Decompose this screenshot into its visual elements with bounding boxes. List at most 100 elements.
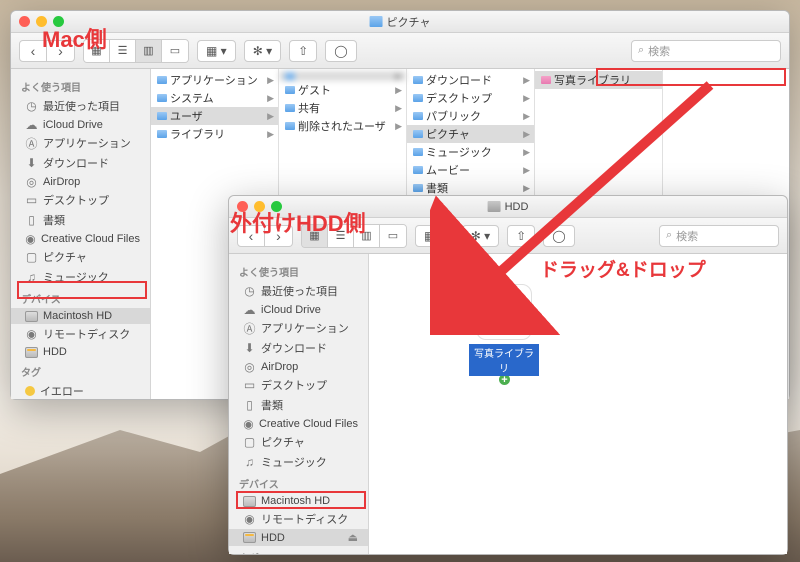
folder-icon (413, 112, 423, 120)
sidebar-item-label: 最近使った項目 (261, 283, 338, 299)
list-view-button[interactable]: ☰ (110, 40, 136, 62)
folder-icon (413, 148, 423, 156)
sidebar-item[interactable]: Ⓐアプリケーション (229, 318, 368, 338)
sidebar-device-item[interactable]: Macintosh HD (11, 308, 150, 324)
column-item-label: ムービー (426, 162, 470, 178)
folder-icon (157, 112, 167, 120)
column-item[interactable]: ムービー ▶ (407, 161, 534, 179)
chevron-right-icon: ▶ (395, 85, 402, 96)
devices-header: デバイス (229, 472, 368, 493)
column-item[interactable]: デスクトップ▶ (407, 89, 534, 107)
sidebar-item-label: 書類 (43, 212, 65, 228)
search-field[interactable]: ⌕ 検索 (659, 225, 779, 247)
sidebar-device-item[interactable]: ◉リモートディスク (229, 509, 368, 529)
folder-icon (413, 166, 423, 174)
sidebar-item[interactable]: ▢ピクチャ (11, 247, 150, 267)
column-item-label: ミュージック (426, 144, 492, 160)
sidebar-item[interactable]: Ⓐアプリケーション (11, 133, 150, 153)
sidebar-item-label: Macintosh HD (43, 310, 112, 322)
sidebar-item[interactable]: ♫ミュージック (11, 267, 150, 287)
folder-icon (157, 76, 167, 84)
sidebar-item[interactable]: ◉Creative Cloud Files (11, 230, 150, 247)
column-item[interactable]: 共有▶ (279, 99, 406, 117)
sidebar-item[interactable]: ◎AirDrop (229, 358, 368, 375)
sidebar-device-item[interactable]: Macintosh HD (229, 493, 368, 509)
annotation-drag-drop: ドラッグ&ドロップ (540, 255, 706, 282)
tags-header: タグ (11, 360, 150, 381)
sidebar-tag-item[interactable]: イエロー (11, 381, 150, 399)
search-placeholder: 検索 (648, 43, 670, 59)
tags-button[interactable]: ◯ (325, 40, 356, 62)
chevron-right-icon: ▶ (523, 75, 530, 86)
gallery-view-button[interactable]: ▭ (162, 40, 188, 62)
column-item[interactable]: 削除されたユーザ ▶ (279, 117, 406, 135)
titlebar[interactable]: ピクチャ (11, 11, 789, 33)
action-button[interactable]: ✻ ▾ (244, 40, 281, 62)
column-item[interactable]: パブリック▶ (407, 107, 534, 125)
chevron-right-icon: ▶ (395, 121, 402, 132)
sidebar-item-label: iCloud Drive (43, 119, 103, 131)
action-button[interactable]: ✻ ▾ (462, 225, 499, 247)
drag-ghost-item[interactable]: 写真ライブラリ + (469, 284, 539, 387)
folder-icon (285, 72, 295, 80)
sidebar-item[interactable]: ⬇ダウンロード (229, 338, 368, 358)
devices-header: デバイス (11, 287, 150, 308)
folder-icon (413, 130, 423, 138)
close-button[interactable] (19, 16, 30, 27)
sidebar-item[interactable]: ▯書類 (229, 395, 368, 415)
chevron-right-icon: ▶ (523, 93, 530, 104)
chevron-right-icon: ▶ (523, 165, 530, 176)
chevron-right-icon: ▶ (523, 129, 530, 140)
column-item[interactable]: ゲスト ▶ (279, 81, 406, 99)
sidebar-item[interactable]: ♫ミュージック (229, 452, 368, 472)
column-item[interactable]: ピクチャ▶ (407, 125, 534, 143)
sidebar-item-label: アプリケーション (43, 135, 131, 151)
column-item[interactable]: アプリケーション▶ (151, 71, 278, 89)
annotation-hdd-side: 外付けHDD側 (230, 206, 366, 238)
share-button[interactable]: ⇧ (507, 225, 535, 247)
column-item[interactable]: ダウンロード▶ (407, 71, 534, 89)
column-view-button[interactable]: ▥ (136, 40, 162, 62)
arrange-button[interactable]: ▦ ▾ (197, 40, 236, 62)
sidebar-item-label: AirDrop (43, 176, 80, 188)
column-item[interactable]: ユーザ▶ (151, 107, 278, 125)
column-item-label: 削除されたユーザ (298, 118, 386, 134)
sidebar-item[interactable]: ▢ピクチャ (229, 432, 368, 452)
gallery-view-button[interactable]: ▭ (380, 225, 406, 247)
sidebar-item[interactable]: ▭デスクトップ (11, 190, 150, 210)
sidebar-device-item[interactable]: HDD (11, 344, 150, 360)
column-item[interactable]: ミュージック▶ (407, 143, 534, 161)
eject-icon[interactable]: ⏏ (348, 531, 358, 544)
sidebar-device-item[interactable]: HDD⏏ (229, 529, 368, 546)
sidebar-item[interactable]: ◉Creative Cloud Files (229, 415, 368, 432)
window-title: HDD (505, 201, 529, 213)
column-item[interactable]: システム▶ (151, 89, 278, 107)
folder-icon (285, 104, 295, 112)
sidebar-item[interactable]: ◎AirDrop (11, 173, 150, 190)
column-item[interactable]: ▶ (279, 71, 406, 81)
sidebar-item[interactable]: ▯書類 (11, 210, 150, 230)
tags-button[interactable]: ◯ (543, 225, 574, 247)
sidebar-item[interactable]: ▭デスクトップ (229, 375, 368, 395)
drag-item-label: 写真ライブラリ (469, 344, 539, 376)
search-icon: ⌕ (638, 44, 644, 57)
tags-header: タグ (229, 546, 368, 554)
share-button[interactable]: ⇧ (289, 40, 317, 62)
sidebar-item[interactable]: ◷最近使った項目 (229, 281, 368, 301)
column-item-label: 書類 (426, 180, 448, 196)
sidebar-device-item[interactable]: ◉リモートディスク (11, 324, 150, 344)
column-item[interactable]: ライブラリ▶ (151, 125, 278, 143)
sidebar-item[interactable]: ☁iCloud Drive (11, 116, 150, 133)
sidebar-item[interactable]: ☁iCloud Drive (229, 301, 368, 318)
search-field[interactable]: ⌕ 検索 (631, 40, 781, 62)
sidebar-item[interactable]: ⬇ダウンロード (11, 153, 150, 173)
sidebar-item-label: ミュージック (261, 454, 327, 470)
arrange-button[interactable]: ▦ ▾ (415, 225, 454, 247)
column-item-label: ゲスト (298, 82, 331, 98)
sidebar-item-label: ピクチャ (261, 434, 305, 450)
column-item[interactable]: 写真ライブラリ (535, 71, 662, 89)
folder-icon (285, 86, 295, 94)
icon-view-area[interactable]: 写真ライブラリ + (369, 254, 787, 554)
sidebar-item[interactable]: ◷最近使った項目 (11, 96, 150, 116)
chevron-right-icon: ▶ (267, 111, 274, 122)
